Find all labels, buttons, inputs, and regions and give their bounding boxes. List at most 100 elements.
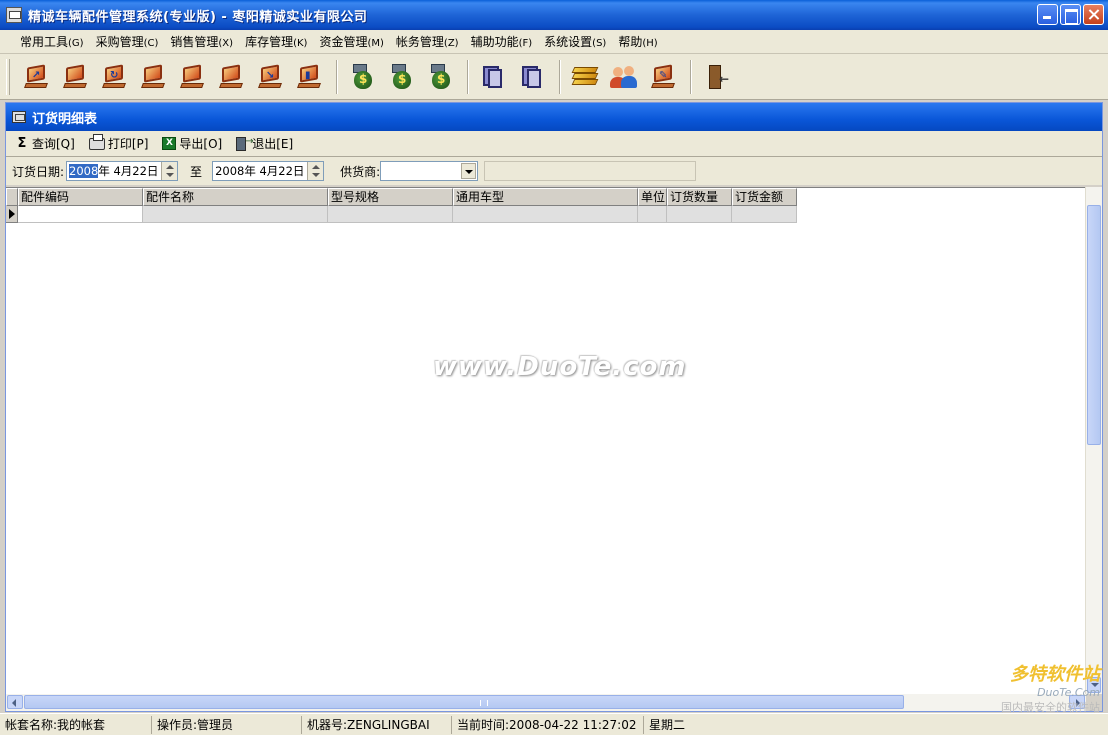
column-header[interactable]: 配件名称: [143, 188, 328, 206]
corner-logo-brand: 多特软件站: [1010, 664, 1100, 685]
exit-label: 退出[E]: [252, 137, 294, 151]
query-button[interactable]: Σ 查询[Q]: [14, 135, 75, 152]
column-header[interactable]: 订货数量: [667, 188, 732, 206]
toolbar-separator: [467, 59, 469, 94]
document-copy-icon: [519, 63, 545, 91]
monitor-chart-icon: ▮: [296, 63, 322, 90]
vertical-scrollbar[interactable]: [1085, 187, 1102, 694]
exit-button[interactable]: 退出[E]: [236, 135, 293, 152]
grid-header: 配件编码 配件名称 型号规格 通用车型 单位 订货数量 订货金额: [6, 188, 1086, 206]
vertical-scroll-thumb[interactable]: [1087, 205, 1101, 445]
toolbar-button-9[interactable]: [344, 58, 380, 96]
table-cell[interactable]: [18, 206, 143, 223]
minimize-button[interactable]: [1037, 4, 1058, 25]
watermark-text: www.DuoTe.com: [433, 352, 687, 382]
toolbar-button-14[interactable]: [567, 58, 603, 96]
menu-inventory[interactable]: 库存管理(K): [239, 32, 313, 52]
toolbar-button-16[interactable]: ✎: [645, 58, 681, 96]
app-icon[interactable]: [6, 7, 22, 23]
table-cell[interactable]: [453, 206, 638, 223]
table-cell[interactable]: [638, 206, 667, 223]
toolbar-separator: [336, 59, 338, 94]
monitor-icon: [62, 63, 88, 90]
toolbar-button-12[interactable]: [475, 58, 511, 96]
order-detail-grid[interactable]: 配件编码 配件名称 型号规格 通用车型 单位 订货数量 订货金额: [6, 187, 1086, 694]
column-header[interactable]: 通用车型: [453, 188, 638, 206]
menu-funds[interactable]: 资金管理(M): [313, 32, 389, 52]
money-bag-icon: [349, 63, 375, 91]
toolbar-button-1[interactable]: ↗: [18, 58, 54, 96]
monitor-edit-icon: ✎: [650, 63, 676, 90]
status-account: 帐套名称:我的帐套: [0, 715, 152, 734]
date-from-spinner[interactable]: [161, 162, 178, 180]
column-header[interactable]: 订货金额: [732, 188, 797, 206]
scroll-left-button[interactable]: [7, 695, 23, 709]
menu-bar: 常用工具(G) 采购管理(C) 销售管理(X) 库存管理(K) 资金管理(M) …: [0, 30, 1108, 54]
toolbar-button-13[interactable]: [514, 58, 550, 96]
close-button[interactable]: [1083, 4, 1104, 25]
current-row-indicator-icon: [6, 206, 18, 223]
horizontal-scrollbar[interactable]: [6, 694, 1086, 711]
date-from-picker[interactable]: 2008 年 4月22日: [66, 161, 179, 181]
toolbar-button-6[interactable]: [213, 58, 249, 96]
excel-icon: X: [162, 137, 177, 150]
toolbar-button-4[interactable]: [135, 58, 171, 96]
menu-tools[interactable]: 常用工具(G): [14, 32, 90, 52]
toolbar-button-2[interactable]: [57, 58, 93, 96]
date-to-picker[interactable]: 2008年 4月22日: [212, 161, 325, 181]
toolbar-button-15[interactable]: [606, 58, 642, 96]
order-date-label: 订货日期:: [12, 164, 65, 179]
toolbar-button-3[interactable]: ↻: [96, 58, 132, 96]
table-cell[interactable]: [143, 206, 328, 223]
date-to-spinner[interactable]: [307, 162, 324, 180]
toolbar-button-11[interactable]: [422, 58, 458, 96]
menu-accounts[interactable]: 帐务管理(Z): [390, 32, 465, 52]
monitor-arrow-icon: ↗: [23, 63, 49, 90]
table-cell[interactable]: [328, 206, 453, 223]
export-button[interactable]: X 导出[O]: [162, 135, 222, 152]
monitor-arrow-icon: ↘: [257, 63, 283, 90]
horizontal-scroll-thumb[interactable]: [24, 695, 904, 709]
date-from-year: 2008: [69, 164, 99, 178]
window-title: 精诚车辆配件管理系统(专业版) - 枣阳精诚实业有限公司: [28, 9, 368, 25]
column-header[interactable]: 配件编码: [18, 188, 143, 206]
supplier-select[interactable]: [380, 161, 479, 181]
toolbar-button-7[interactable]: ↘: [252, 58, 288, 96]
menu-auxiliary[interactable]: 辅助功能(F): [465, 32, 539, 52]
corner-logo: 多特软件站 DuoTe.Com 国内最安全的软件站: [1001, 660, 1100, 715]
toolbar-button-5[interactable]: [174, 58, 210, 96]
title-bar[interactable]: 精诚车辆配件管理系统(专业版) - 枣阳精诚实业有限公司: [0, 0, 1108, 30]
menu-purchase[interactable]: 采购管理(C): [90, 32, 165, 52]
toolbar-button-8[interactable]: ▮: [291, 58, 327, 96]
to-label: 至: [190, 164, 203, 179]
exit-icon: [236, 136, 254, 151]
export-label: 导出[O]: [179, 137, 223, 151]
print-label: 打印[P]: [107, 137, 149, 151]
status-operator: 操作员:管理员: [152, 715, 302, 734]
column-header[interactable]: 型号规格: [328, 188, 453, 206]
maximize-button[interactable]: [1060, 4, 1081, 25]
sigma-icon: Σ: [17, 136, 27, 151]
supplier-name-display: [484, 161, 697, 181]
menu-settings[interactable]: 系统设置(S): [538, 32, 612, 52]
child-title-bar[interactable]: 订货明细表: [6, 103, 1102, 131]
chevron-down-icon[interactable]: [461, 163, 477, 179]
printer-icon: [88, 133, 105, 150]
menu-help[interactable]: 帮助(H): [612, 32, 663, 52]
toolbar-grip[interactable]: [6, 58, 10, 95]
toolbar-button-exit[interactable]: ←: [698, 58, 734, 96]
exit-door-icon: ←: [703, 63, 729, 91]
filter-bar: 订货日期: 2008 年 4月22日 至 2008年 4月22日 供货商:: [6, 157, 1102, 185]
query-label: 查询[Q]: [32, 137, 75, 151]
toolbar-button-10[interactable]: [383, 58, 419, 96]
table-row[interactable]: [6, 206, 1086, 223]
corner-logo-domain: DuoTe.Com: [1037, 686, 1100, 699]
books-icon: [571, 63, 599, 91]
table-cell[interactable]: [667, 206, 732, 223]
table-cell[interactable]: [732, 206, 797, 223]
menu-sales[interactable]: 销售管理(X): [164, 32, 239, 52]
column-header[interactable]: 单位: [638, 188, 667, 206]
print-button[interactable]: 打印[P]: [88, 133, 149, 152]
window-controls: [1037, 4, 1104, 25]
action-toolbar: Σ 查询[Q] 打印[P] X 导出[O] 退出[E]: [6, 131, 1102, 157]
